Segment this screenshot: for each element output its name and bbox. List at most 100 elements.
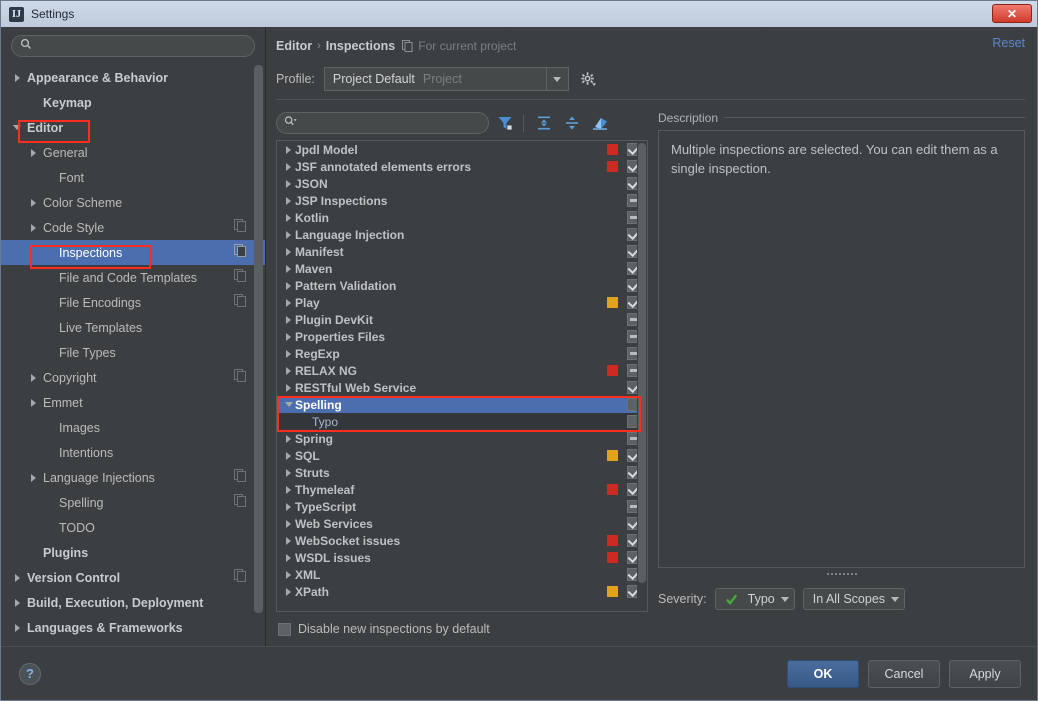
inspection-row[interactable]: Spring	[277, 430, 647, 447]
sidebar-item-editor[interactable]: Editor	[1, 115, 265, 140]
chevron-right-icon[interactable]	[282, 179, 295, 188]
cancel-button[interactable]: Cancel	[868, 659, 940, 688]
inspections-search-box[interactable]	[276, 112, 489, 134]
chevron-right-icon[interactable]	[282, 247, 295, 256]
sidebar-item-file-and-code-templates[interactable]: File and Code Templates	[1, 265, 265, 290]
inspection-row[interactable]: RELAX NG	[277, 362, 647, 379]
sidebar-item-todo[interactable]: TODO	[1, 515, 265, 540]
inspection-row[interactable]: Web Services	[277, 515, 647, 532]
chevron-right-icon[interactable]	[11, 572, 23, 584]
chevron-right-icon[interactable]	[27, 147, 39, 159]
inspection-row[interactable]: Maven	[277, 260, 647, 277]
chevron-right-icon[interactable]	[282, 536, 295, 545]
chevron-right-icon[interactable]	[282, 519, 295, 528]
sidebar-item-keymap[interactable]: Keymap	[1, 90, 265, 115]
sidebar-item-copyright[interactable]: Copyright	[1, 365, 265, 390]
chevron-right-icon[interactable]	[27, 472, 39, 484]
chevron-right-icon[interactable]	[282, 281, 295, 290]
sidebar-item-images[interactable]: Images	[1, 415, 265, 440]
chevron-right-icon[interactable]	[282, 162, 295, 171]
chevron-down-icon[interactable]	[545, 68, 568, 90]
sidebar-item-emmet[interactable]: Emmet	[1, 390, 265, 415]
chevron-right-icon[interactable]	[27, 222, 39, 234]
chevron-right-icon[interactable]	[27, 372, 39, 384]
chevron-right-icon[interactable]	[282, 366, 295, 375]
apply-button[interactable]: Apply	[949, 659, 1021, 688]
close-button[interactable]: ✕	[992, 4, 1032, 23]
description-resize-handle[interactable]	[658, 568, 1025, 580]
inspections-search-input[interactable]	[301, 116, 481, 130]
severity-combobox[interactable]: Typo	[714, 588, 795, 610]
sidebar-item-spelling[interactable]: Spelling	[1, 490, 265, 515]
sidebar-item-file-encodings[interactable]: File Encodings	[1, 290, 265, 315]
sidebar-item-plugins[interactable]: Plugins	[1, 540, 265, 565]
expand-all-icon[interactable]	[532, 112, 556, 134]
inspections-scrollbar[interactable]	[637, 141, 647, 611]
chevron-right-icon[interactable]	[282, 434, 295, 443]
filter-funnel-icon[interactable]	[493, 112, 517, 134]
sidebar-item-inspections[interactable]: Inspections	[1, 240, 265, 265]
chevron-right-icon[interactable]	[27, 197, 39, 209]
chevron-right-icon[interactable]	[282, 570, 295, 579]
sidebar-item-live-templates[interactable]: Live Templates	[1, 315, 265, 340]
chevron-right-icon[interactable]	[282, 349, 295, 358]
sidebar-scrollbar[interactable]	[254, 65, 263, 620]
chevron-right-icon[interactable]	[282, 315, 295, 324]
chevron-right-icon[interactable]	[282, 298, 295, 307]
profile-combobox[interactable]: Project Default Project	[323, 67, 569, 91]
inspection-row[interactable]: Spelling	[277, 396, 647, 413]
chevron-right-icon[interactable]	[282, 383, 295, 392]
inspection-row[interactable]: RegExp	[277, 345, 647, 362]
disable-new-inspections-checkbox[interactable]	[278, 622, 291, 636]
inspection-row[interactable]: Thymeleaf	[277, 481, 647, 498]
breadcrumb-parent[interactable]: Editor	[276, 39, 312, 53]
sidebar-item-language-injections[interactable]: Language Injections	[1, 465, 265, 490]
inspection-row[interactable]: Manifest	[277, 243, 647, 260]
inspection-row[interactable]: SQL	[277, 447, 647, 464]
chevron-down-icon[interactable]	[282, 402, 295, 407]
chevron-right-icon[interactable]	[11, 72, 23, 84]
ok-button[interactable]: OK	[787, 659, 859, 688]
inspection-row[interactable]: XPath	[277, 583, 647, 600]
inspection-row[interactable]: Pattern Validation	[277, 277, 647, 294]
chevron-right-icon[interactable]	[282, 196, 295, 205]
chevron-down-icon[interactable]	[891, 596, 900, 602]
chevron-right-icon[interactable]	[11, 597, 23, 609]
sidebar-item-font[interactable]: Font	[1, 165, 265, 190]
chevron-right-icon[interactable]	[282, 145, 295, 154]
chevron-right-icon[interactable]	[282, 332, 295, 341]
sidebar-item-general[interactable]: General	[1, 140, 265, 165]
inspection-row[interactable]: Plugin DevKit	[277, 311, 647, 328]
chevron-down-icon[interactable]	[780, 596, 789, 602]
chevron-right-icon[interactable]	[11, 622, 23, 634]
sidebar-item-intentions[interactable]: Intentions	[1, 440, 265, 465]
sidebar-item-appearance-behavior[interactable]: Appearance & Behavior	[1, 65, 265, 90]
sidebar-search-box[interactable]	[11, 35, 255, 57]
sidebar-item-build-execution-deployment[interactable]: Build, Execution, Deployment	[1, 590, 265, 615]
sidebar-search-input[interactable]	[37, 39, 246, 53]
inspection-row[interactable]: WSDL issues	[277, 549, 647, 566]
sidebar-scrollbar-thumb[interactable]	[254, 65, 263, 613]
inspection-row[interactable]: JSP Inspections	[277, 192, 647, 209]
inspection-row[interactable]: RESTful Web Service	[277, 379, 647, 396]
sidebar-item-version-control[interactable]: Version Control	[1, 565, 265, 590]
gear-icon[interactable]	[581, 71, 596, 87]
inspection-row[interactable]: Jpdl Model	[277, 141, 647, 158]
inspection-row[interactable]: Language Injection	[277, 226, 647, 243]
inspection-row[interactable]: JSON	[277, 175, 647, 192]
chevron-right-icon[interactable]	[27, 397, 39, 409]
inspections-scrollbar-thumb[interactable]	[638, 143, 646, 583]
inspection-row[interactable]: Properties Files	[277, 328, 647, 345]
chevron-down-icon[interactable]	[11, 122, 23, 134]
reset-link[interactable]: Reset	[992, 36, 1025, 50]
inspection-row[interactable]: JSF annotated elements errors	[277, 158, 647, 175]
chevron-right-icon[interactable]	[282, 485, 295, 494]
sidebar-item-languages-frameworks[interactable]: Languages & Frameworks	[1, 615, 265, 640]
inspection-row[interactable]: Kotlin	[277, 209, 647, 226]
collapse-all-icon[interactable]	[560, 112, 584, 134]
chevron-right-icon[interactable]	[282, 264, 295, 273]
inspection-row[interactable]: Typo	[277, 413, 647, 430]
inspection-row[interactable]: XML	[277, 566, 647, 583]
chevron-right-icon[interactable]	[282, 230, 295, 239]
chevron-right-icon[interactable]	[282, 451, 295, 460]
